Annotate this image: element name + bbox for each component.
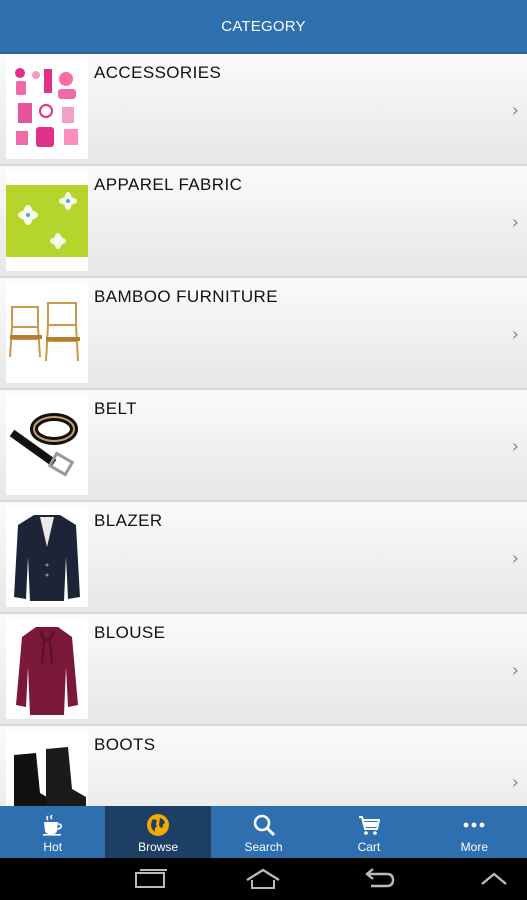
- recent-apps-icon[interactable]: [130, 866, 170, 892]
- tab-label: Hot: [43, 840, 63, 854]
- tab-label: Search: [244, 840, 283, 854]
- tab-label: Cart: [357, 840, 381, 854]
- tab-hot[interactable]: Hot: [0, 806, 105, 858]
- cart-icon: [356, 812, 382, 838]
- coffee-cup-icon: [40, 812, 66, 838]
- tab-more[interactable]: More: [422, 806, 527, 858]
- tab-cart[interactable]: Cart: [316, 806, 421, 858]
- apparel-fabric-thumbnail: [6, 171, 88, 271]
- chevron-right-icon: ›: [511, 212, 519, 233]
- category-row-blazer[interactable]: BLAZER ›: [0, 502, 527, 614]
- back-icon[interactable]: [358, 866, 398, 892]
- category-label: ACCESSORIES: [94, 63, 222, 82]
- magnifier-icon: [251, 812, 277, 838]
- category-row-boots[interactable]: BOOTS ›: [0, 726, 527, 806]
- category-row-belt[interactable]: BELT ›: [0, 390, 527, 502]
- category-label: BLAZER: [94, 511, 163, 530]
- category-label: APPAREL FABRIC: [94, 175, 243, 194]
- app-header: CATEGORY: [0, 0, 527, 54]
- blouse-thumbnail: [6, 619, 88, 719]
- tab-label: Browse: [138, 840, 179, 854]
- home-icon[interactable]: [243, 866, 283, 892]
- category-row-accessories[interactable]: ACCESSORIES ›: [0, 54, 527, 166]
- category-row-bamboo-furniture[interactable]: BAMBOO FURNITURE ›: [0, 278, 527, 390]
- more-dots-icon: [461, 812, 487, 838]
- category-label: BAMBOO FURNITURE: [94, 287, 278, 306]
- boots-thumbnail: [6, 731, 88, 806]
- category-row-apparel-fabric[interactable]: APPAREL FABRIC ›: [0, 166, 527, 278]
- category-label: BOOTS: [94, 735, 156, 754]
- chevron-right-icon: ›: [511, 324, 519, 345]
- category-row-blouse[interactable]: BLOUSE ›: [0, 614, 527, 726]
- page-title: CATEGORY: [221, 17, 306, 35]
- tab-browse[interactable]: Browse: [105, 806, 211, 858]
- tab-search[interactable]: Search: [211, 806, 316, 858]
- bamboo-furniture-thumbnail: [6, 283, 88, 383]
- bottom-tab-bar: Hot Browse Search Cart More: [0, 806, 527, 858]
- tab-label: More: [460, 840, 488, 854]
- category-label: BLOUSE: [94, 623, 166, 642]
- globe-icon: [145, 812, 171, 838]
- chevron-right-icon: ›: [511, 436, 519, 457]
- chevron-right-icon: ›: [511, 548, 519, 569]
- chevron-right-icon: ›: [511, 100, 519, 121]
- category-label: BELT: [94, 399, 137, 418]
- accessories-thumbnail: [6, 59, 88, 159]
- chevron-right-icon: ›: [511, 772, 519, 793]
- chevron-right-icon: ›: [511, 660, 519, 681]
- up-chevron-icon[interactable]: [474, 866, 514, 892]
- blazer-thumbnail: [6, 507, 88, 607]
- belt-thumbnail: [6, 395, 88, 495]
- system-navigation-bar: [0, 858, 527, 900]
- category-list: ACCESSORIES › APPAREL FABRIC › BAMBOO FU…: [0, 54, 527, 806]
